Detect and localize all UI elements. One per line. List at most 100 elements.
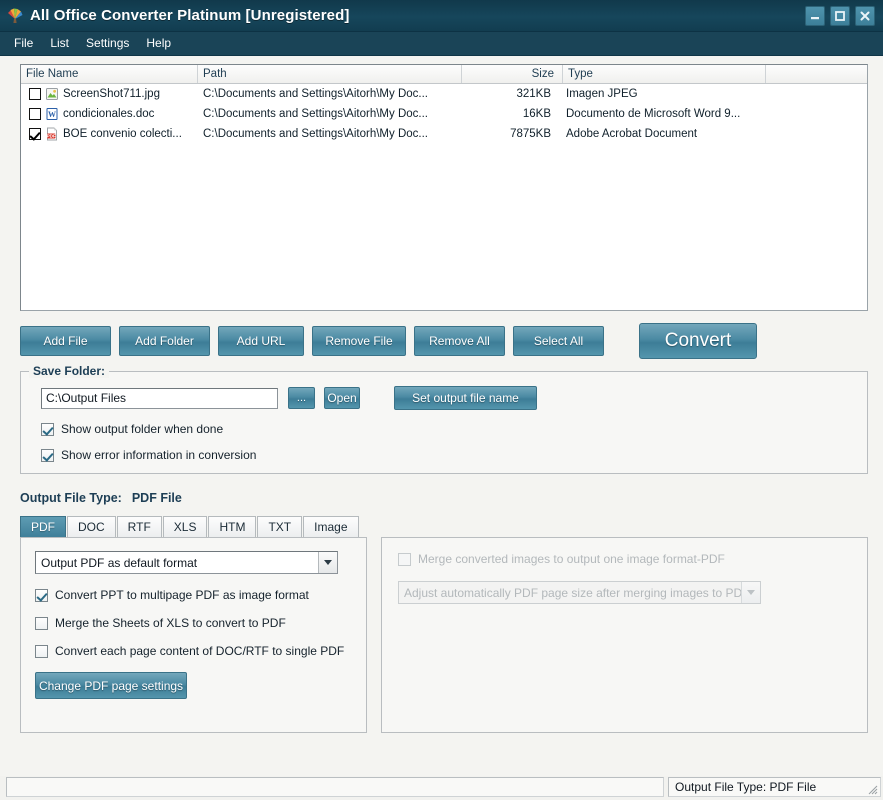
merge-images-label: Merge converted images to output one ima… [418, 552, 725, 566]
file-path-cell: C:\Documents and Settings\Aitorh\My Doc.… [203, 128, 428, 140]
convert-each-page-checkbox[interactable] [35, 644, 48, 658]
merge-images-option: Merge converted images to output one ima… [398, 552, 867, 566]
column-header-path[interactable]: Path [198, 65, 462, 83]
save-folder-group: Save Folder: C:\Output Files ... Open Se… [20, 364, 868, 474]
convert-each-page-label: Convert each page content of DOC/RTF to … [55, 644, 345, 658]
minimize-button[interactable] [805, 5, 825, 26]
file-name-cell: PDF BOE convenio colecti... [21, 127, 198, 141]
set-output-file-name-button[interactable]: Set output file name [394, 386, 537, 410]
pdf-format-combo-value: Output PDF as default format [41, 555, 198, 570]
title-bar: All Office Converter Platinum [Unregiste… [0, 0, 883, 32]
svg-text:PDF: PDF [47, 134, 56, 139]
close-button[interactable] [855, 5, 875, 26]
show-error-info-checkbox[interactable] [41, 448, 54, 462]
menu-item-help[interactable]: Help [138, 34, 180, 53]
convert-ppt-multipage-checkbox[interactable] [35, 588, 48, 602]
show-error-info-option[interactable]: Show error information in conversion [41, 448, 867, 462]
file-name-text: condicionales.doc [63, 108, 155, 120]
pdf-format-combo[interactable]: Output PDF as default format [35, 551, 338, 574]
resize-grip-icon[interactable] [865, 782, 878, 795]
table-row[interactable]: ScreenShot711.jpg C:\Documents and Setti… [21, 84, 867, 104]
open-folder-button[interactable]: Open [324, 387, 360, 409]
file-name-cell: W condicionales.doc [21, 107, 198, 121]
tab-image[interactable]: Image [303, 516, 359, 537]
output-file-type-value: PDF File [131, 491, 182, 505]
file-type-cell: Documento de Microsoft Word 9... [566, 108, 741, 120]
column-header-file-name[interactable]: File Name [21, 65, 198, 83]
show-error-info-label: Show error information in conversion [61, 448, 257, 462]
status-bar-output-type-text: Output File Type: PDF File [675, 780, 817, 794]
maximize-button[interactable] [830, 5, 850, 26]
file-name-cell: ScreenShot711.jpg [21, 87, 198, 101]
file-size-cell: 16KB [522, 108, 551, 120]
status-bar: Output File Type: PDF File [0, 776, 883, 800]
svg-text:W: W [48, 110, 56, 119]
show-output-folder-option[interactable]: Show output folder when done [41, 422, 867, 436]
format-options-panels: Output PDF as default format Convert PPT… [20, 537, 869, 733]
output-file-type-label: Output File Type: [20, 491, 122, 505]
convert-ppt-multipage-option[interactable]: Convert PPT to multipage PDF as image fo… [35, 588, 366, 602]
output-file-type-line: Output File Type: PDF File [20, 491, 869, 505]
table-row[interactable]: PDF BOE convenio colecti... C:\Documents… [21, 124, 867, 144]
convert-button[interactable]: Convert [639, 323, 757, 359]
add-folder-button[interactable]: Add Folder [119, 326, 210, 356]
menu-bar: File List Settings Help [0, 32, 883, 56]
column-header-blank[interactable] [766, 65, 867, 83]
row-checkbox[interactable] [29, 88, 41, 100]
menu-item-file[interactable]: File [6, 34, 42, 53]
menu-item-settings[interactable]: Settings [78, 34, 138, 53]
file-path-cell: C:\Documents and Settings\Aitorh\My Doc.… [203, 88, 428, 100]
file-path-cell: C:\Documents and Settings\Aitorh\My Doc.… [203, 108, 428, 120]
file-size-cell: 321KB [516, 88, 551, 100]
show-output-folder-label: Show output folder when done [61, 422, 224, 436]
pdf-options-panel: Output PDF as default format Convert PPT… [20, 537, 367, 733]
output-path-input[interactable]: C:\Output Files [41, 387, 278, 409]
add-file-button[interactable]: Add File [20, 326, 111, 356]
change-pdf-page-settings-button[interactable]: Change PDF page settings [35, 672, 187, 699]
save-folder-title: Save Folder: [29, 364, 110, 378]
table-row[interactable]: W condicionales.doc C:\Documents and Set… [21, 104, 867, 124]
main-content: File Name Path Size Type ScreenShot711.j… [0, 56, 883, 776]
column-header-type[interactable]: Type [563, 65, 766, 83]
browse-folder-button[interactable]: ... [288, 387, 315, 409]
column-header-size[interactable]: Size [462, 65, 563, 83]
menu-item-list[interactable]: List [42, 34, 78, 53]
file-size-cell: 7875KB [510, 128, 551, 140]
row-checkbox[interactable] [29, 128, 41, 140]
tab-txt[interactable]: TXT [257, 516, 303, 537]
select-all-button[interactable]: Select All [513, 326, 604, 356]
merge-images-checkbox [398, 552, 411, 566]
tab-pdf[interactable]: PDF [20, 516, 66, 537]
adjust-page-size-combo: Adjust automatically PDF page size after… [398, 581, 761, 604]
tab-rtf[interactable]: RTF [116, 516, 162, 537]
file-list[interactable]: File Name Path Size Type ScreenShot711.j… [20, 64, 868, 311]
file-type-cell: Imagen JPEG [566, 88, 638, 100]
tab-xls[interactable]: XLS [162, 516, 208, 537]
fan-burst-logo-icon [5, 6, 25, 26]
merge-xls-sheets-option[interactable]: Merge the Sheets of XLS to convert to PD… [35, 616, 366, 630]
convert-each-page-option[interactable]: Convert each page content of DOC/RTF to … [35, 644, 366, 658]
merge-xls-sheets-checkbox[interactable] [35, 616, 48, 630]
chevron-down-icon[interactable] [318, 552, 337, 573]
window-controls [805, 5, 879, 26]
word-file-icon: W [45, 107, 59, 121]
remove-all-button[interactable]: Remove All [414, 326, 505, 356]
image-merge-panel: Merge converted images to output one ima… [381, 537, 868, 733]
pdf-file-icon: PDF [45, 127, 59, 141]
status-bar-left-pane [6, 777, 664, 797]
convert-ppt-multipage-label: Convert PPT to multipage PDF as image fo… [55, 588, 309, 602]
tab-htm[interactable]: HTM [208, 516, 257, 537]
file-name-text: BOE convenio colecti... [63, 128, 182, 140]
file-list-header: File Name Path Size Type [21, 65, 867, 84]
add-url-button[interactable]: Add URL [218, 326, 304, 356]
adjust-page-size-combo-value: Adjust automatically PDF page size after… [404, 585, 741, 600]
remove-file-button[interactable]: Remove File [312, 326, 406, 356]
application-window: All Office Converter Platinum [Unregiste… [0, 0, 883, 800]
chevron-down-icon [741, 582, 760, 603]
action-button-row: Add File Add Folder Add URL Remove File … [20, 323, 869, 359]
show-output-folder-checkbox[interactable] [41, 422, 54, 436]
tab-doc[interactable]: DOC [67, 516, 116, 537]
row-checkbox[interactable] [29, 108, 41, 120]
file-name-text: ScreenShot711.jpg [63, 88, 160, 100]
merge-xls-sheets-label: Merge the Sheets of XLS to convert to PD… [55, 616, 286, 630]
